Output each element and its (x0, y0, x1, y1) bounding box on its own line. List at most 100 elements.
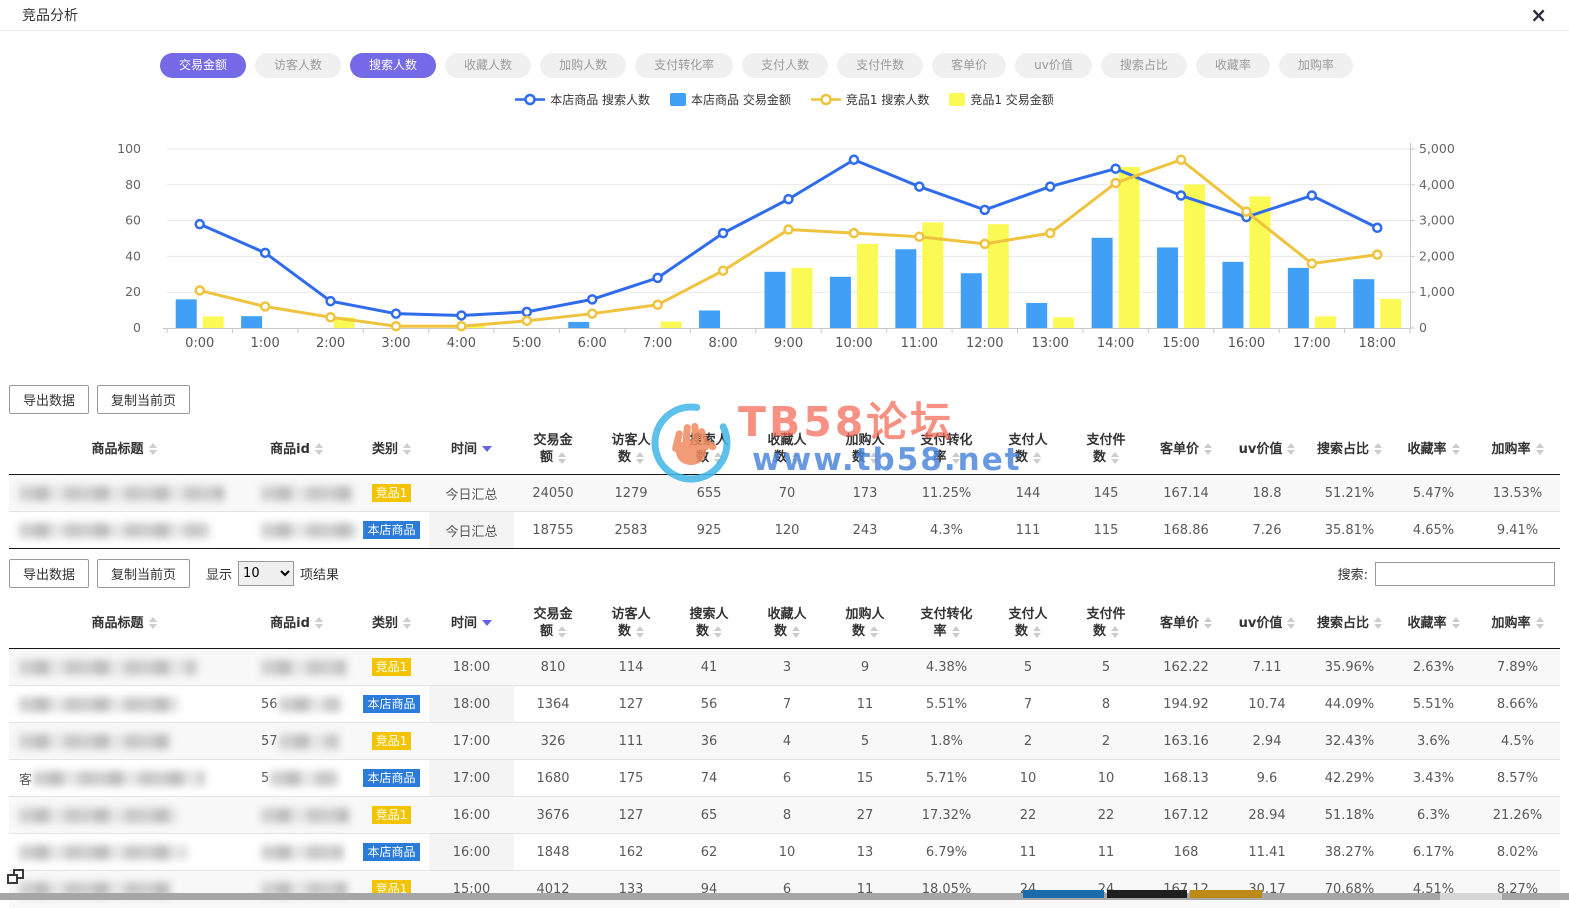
column-header[interactable]: 商品标题 (9, 424, 239, 475)
product-title-cell (9, 475, 239, 512)
table-search-input[interactable] (1375, 562, 1555, 586)
category-badge: 本店商品 (363, 521, 419, 539)
column-header[interactable]: 时间 (429, 598, 514, 649)
sort-icon (403, 443, 411, 455)
svg-text:3,000: 3,000 (1419, 213, 1455, 228)
column-header[interactable]: 收藏率 (1392, 424, 1475, 475)
column-header[interactable]: 收藏人数 (748, 598, 826, 649)
value-cell: 5 (989, 649, 1067, 686)
column-header[interactable]: 访客人数 (592, 598, 670, 649)
horizontal-scrollbar[interactable] (0, 893, 1569, 900)
value-cell: 32.43% (1307, 723, 1392, 760)
value-cell: 18.8 (1227, 475, 1307, 512)
column-header[interactable]: uv价值 (1227, 598, 1307, 649)
sort-icon (636, 626, 644, 638)
column-header[interactable]: 支付转化率 (904, 424, 989, 475)
copy-page-button[interactable]: 复制当前页 (97, 385, 190, 414)
column-header[interactable]: 商品id (239, 424, 354, 475)
svg-text:6:00: 6:00 (578, 336, 607, 351)
page-size-select[interactable]: 10 (238, 561, 294, 586)
filter-button[interactable]: 收藏率 (1196, 53, 1270, 78)
value-cell: 167.12 (1145, 797, 1227, 834)
search-label: 搜索: (1338, 564, 1368, 583)
column-header[interactable]: 搜索人数 (670, 598, 748, 649)
category-badge: 本店商品 (363, 769, 419, 787)
value-cell: 163.16 (1145, 723, 1227, 760)
filter-button[interactable]: 交易金额 (160, 53, 246, 78)
column-header[interactable]: 类别 (354, 424, 429, 475)
product-title-cell (9, 797, 239, 834)
column-header[interactable]: 交易金额 (514, 598, 592, 649)
column-header[interactable]: 搜索占比 (1307, 598, 1392, 649)
value-cell: 38.27% (1307, 834, 1392, 871)
svg-text:12:00: 12:00 (966, 336, 1003, 351)
value-cell: 4.5% (1475, 723, 1560, 760)
svg-text:0: 0 (1419, 320, 1427, 335)
legend-line-marker (811, 93, 841, 106)
legend-item[interactable]: 竞品1 交易金额 (949, 91, 1053, 108)
sort-icon (403, 617, 411, 629)
value-cell: 8.27% (1475, 871, 1560, 908)
legend-item[interactable]: 本店商品 搜索人数 (515, 91, 650, 108)
time-cell: 17:00 (429, 723, 514, 760)
results-label: 项结果 (300, 564, 339, 583)
filter-button[interactable]: 支付转化率 (635, 53, 733, 78)
product-id-cell (239, 834, 354, 871)
column-header[interactable]: 客单价 (1145, 598, 1227, 649)
value-cell: 35.96% (1307, 649, 1392, 686)
column-header[interactable]: 支付件数 (1067, 424, 1145, 475)
page-size-group: 显示 10 项结果 (206, 561, 339, 586)
column-header[interactable]: 加购率 (1475, 424, 1560, 475)
column-header[interactable]: 支付人数 (989, 424, 1067, 475)
column-header[interactable]: uv价值 (1227, 424, 1307, 475)
svg-text:7:00: 7:00 (643, 336, 672, 351)
filter-button[interactable]: 搜索占比 (1101, 53, 1187, 78)
close-icon[interactable]: × (1530, 5, 1547, 25)
legend-item[interactable]: 竞品1 搜索人数 (811, 91, 929, 108)
column-header[interactable]: 支付人数 (989, 598, 1067, 649)
value-cell: 70.68% (1307, 871, 1392, 908)
column-header[interactable]: 收藏人数 (748, 424, 826, 475)
filter-button[interactable]: 搜索人数 (350, 53, 436, 78)
filter-button[interactable]: uv价值 (1015, 53, 1092, 78)
column-header[interactable]: 加购率 (1475, 598, 1560, 649)
table-row: 本店商品16:0018481626210136.79%111116811.413… (9, 834, 1560, 871)
column-header[interactable]: 加购人数 (826, 424, 904, 475)
sort-icon (315, 617, 323, 629)
column-header[interactable]: 访客人数 (592, 424, 670, 475)
filter-button[interactable]: 访客人数 (255, 53, 341, 78)
blurred-title (19, 697, 179, 712)
column-header[interactable]: 收藏率 (1392, 598, 1475, 649)
column-header[interactable]: 加购人数 (826, 598, 904, 649)
legend-item[interactable]: 本店商品 交易金额 (670, 91, 791, 108)
column-header[interactable]: 时间 (429, 424, 514, 475)
svg-text:100: 100 (117, 141, 141, 156)
column-header[interactable]: 搜索人数 (670, 424, 748, 475)
value-cell: 114 (592, 649, 670, 686)
filter-button[interactable]: 客单价 (932, 53, 1006, 78)
column-header[interactable]: 商品id (239, 598, 354, 649)
export-data-button[interactable]: 导出数据 (9, 385, 89, 414)
filter-button[interactable]: 加购率 (1279, 53, 1353, 78)
restore-window-icon[interactable] (7, 869, 24, 884)
copy-page-button[interactable]: 复制当前页 (97, 559, 190, 588)
summary-table: 商品标题商品id类别时间交易金额访客人数搜索人数收藏人数加购人数支付转化率支付人… (9, 424, 1560, 549)
column-header[interactable]: 类别 (354, 598, 429, 649)
column-header[interactable]: 支付转化率 (904, 598, 989, 649)
filter-button[interactable]: 收藏人数 (445, 53, 531, 78)
value-cell: 120 (748, 512, 826, 549)
sort-icon (952, 452, 960, 464)
column-header[interactable]: 客单价 (1145, 424, 1227, 475)
legend-label: 竞品1 搜索人数 (846, 91, 929, 108)
column-header[interactable]: 交易金额 (514, 424, 592, 475)
filter-button[interactable]: 支付件数 (837, 53, 923, 78)
sort-icon (1374, 617, 1382, 629)
filter-button[interactable]: 支付人数 (742, 53, 828, 78)
column-header[interactable]: 支付件数 (1067, 598, 1145, 649)
scrollbar-thumb[interactable] (1440, 893, 1502, 900)
table1-actions: 导出数据 复制当前页 (9, 385, 1569, 414)
export-data-button[interactable]: 导出数据 (9, 559, 89, 588)
column-header[interactable]: 商品标题 (9, 598, 239, 649)
column-header[interactable]: 搜索占比 (1307, 424, 1392, 475)
filter-button[interactable]: 加购人数 (540, 53, 626, 78)
